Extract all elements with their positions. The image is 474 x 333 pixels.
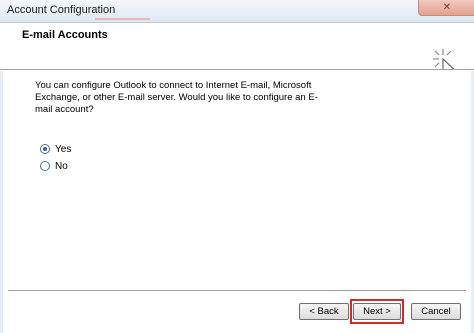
back-button[interactable]: < Back <box>299 303 349 320</box>
wizard-header: E-mail Accounts <box>0 23 474 83</box>
page-title: E-mail Accounts <box>22 29 108 41</box>
close-button[interactable]: ✕ <box>418 0 474 16</box>
option-yes[interactable]: Yes <box>40 142 71 156</box>
radio-yes-label[interactable]: Yes <box>55 144 71 155</box>
title-bar[interactable]: Account Configuration ✕ <box>0 0 474 23</box>
radio-no[interactable] <box>40 161 50 171</box>
description-text: You can configure Outlook to connect to … <box>35 80 318 115</box>
option-no[interactable]: No <box>40 159 68 173</box>
window-title: Account Configuration <box>7 4 116 16</box>
next-button[interactable]: Next > <box>353 303 401 320</box>
title-accent-line <box>95 18 150 20</box>
radio-yes[interactable] <box>40 144 50 154</box>
cancel-button[interactable]: Cancel <box>411 303 461 320</box>
footer-divider-highlight <box>8 291 466 292</box>
radio-no-label[interactable]: No <box>55 161 68 172</box>
close-icon: ✕ <box>442 2 452 13</box>
